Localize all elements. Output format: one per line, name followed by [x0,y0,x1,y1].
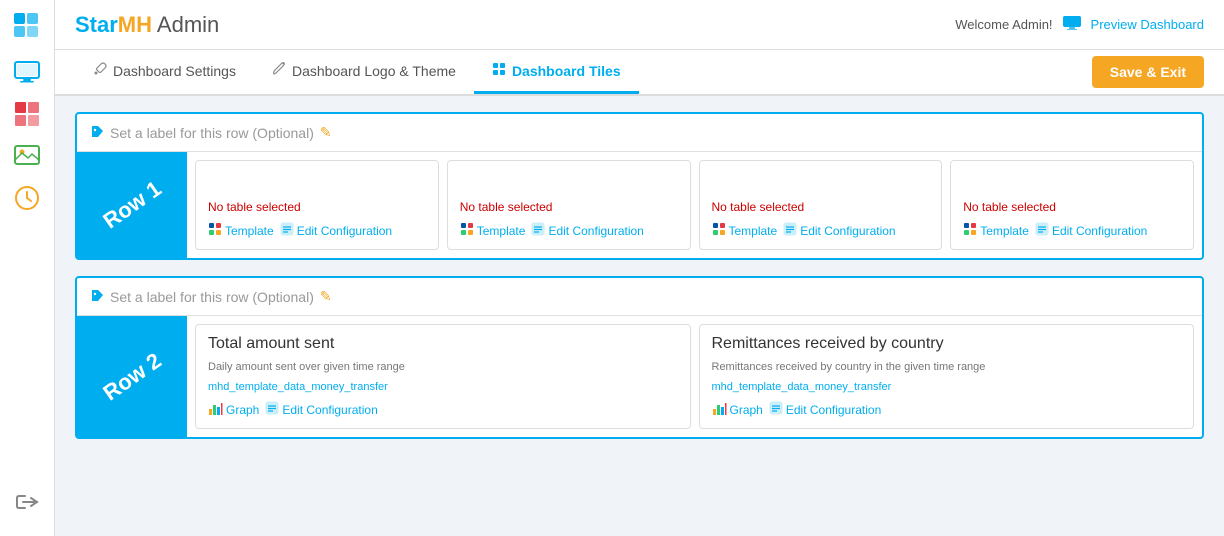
sidebar-item-image[interactable] [9,138,45,174]
row1-body: Row 1 No table selected [77,152,1202,258]
tab-dashboard-settings[interactable]: Dashboard Settings [75,50,254,94]
content-area: Set a label for this row (Optional) ✎ Ro… [55,96,1224,536]
tile5-link: mhd_template_data_money_transfer [208,381,678,393]
app-title: StarMH Admin [75,12,219,38]
tag-icon [91,125,104,141]
paint-icon [272,62,286,79]
tab-dashboard-logo-theme[interactable]: Dashboard Logo & Theme [254,50,474,94]
sidebar-item-grid[interactable] [9,96,45,132]
tile1-edit-config-btn[interactable]: Edit Configuration [280,222,392,239]
sidebar-item-star-logo[interactable] [9,8,45,44]
tile3-actions: Template [712,222,930,239]
tile4-no-table: No table selected [963,200,1181,214]
template-icon-4 [963,222,977,239]
bar-chart-icon [208,402,223,418]
tab-dashboard-tiles[interactable]: Dashboard Tiles [474,50,639,94]
row2-label-bar: Set a label for this row (Optional) ✎ [77,278,1202,316]
template-icon-3 [712,222,726,239]
tile6-title: Remittances received by country [712,335,1182,353]
tabbar: Dashboard Settings Dashboard Logo & Them… [55,50,1224,96]
edit-config-icon [280,222,294,239]
row1-tile-4: No table selected [950,160,1194,250]
template-icon [208,222,222,239]
wrench-icon [93,62,107,79]
tile6-actions: Graph [712,401,1182,418]
row2-tiles: Total amount sent Daily amount sent over… [187,316,1202,437]
tile2-no-table: No table selected [460,200,678,214]
brand-admin: Admin [152,12,219,37]
row1-label-box: Row 1 [77,152,187,258]
row1-tiles: No table selected [187,152,1202,258]
sidebar [0,0,55,536]
row2-tile-2: Remittances received by country Remittan… [699,324,1195,429]
row2-tile-1: Total amount sent Daily amount sent over… [195,324,691,429]
tab-list: Dashboard Settings Dashboard Logo & Them… [75,50,639,94]
tile4-template-btn[interactable]: Template [963,222,1029,239]
tile5-title: Total amount sent [208,335,678,353]
row-section-2: Set a label for this row (Optional) ✎ Ro… [75,276,1204,439]
row1-tile-1: No table selected [195,160,439,250]
tile4-actions: Template [963,222,1181,239]
brand-star: Star [75,12,118,37]
preview-dashboard-link[interactable]: Preview Dashboard [1091,17,1204,32]
tile5-actions: Graph [208,401,678,418]
tile5-desc: Daily amount sent over given time range [208,361,678,373]
row1-tile-2: No table selected [447,160,691,250]
tab-dashboard-tiles-label: Dashboard Tiles [512,63,621,79]
edit-config-icon-5 [265,401,279,418]
save-exit-button[interactable]: Save & Exit [1092,56,1204,88]
bar-chart-icon-2 [712,402,727,418]
tile2-template-btn[interactable]: Template [460,222,526,239]
tile5-graph-btn[interactable]: Graph [208,402,259,418]
row1-tile-3: No table selected [699,160,943,250]
tile3-template-btn[interactable]: Template [712,222,778,239]
tile1-template-btn[interactable]: Template [208,222,274,239]
tile2-edit-config-btn[interactable]: Edit Configuration [531,222,643,239]
edit-config-icon-6 [769,401,783,418]
row1-label-bar: Set a label for this row (Optional) ✎ [77,114,1202,152]
row1-edit-icon[interactable]: ✎ [320,124,332,141]
welcome-text: Welcome Admin! [955,17,1052,32]
row2-body: Row 2 Total amount sent Daily amount sen… [77,316,1202,437]
tab-dashboard-logo-theme-label: Dashboard Logo & Theme [292,63,456,79]
tile1-no-table: No table selected [208,200,426,214]
topbar: StarMH Admin Welcome Admin! Preview Dash… [55,0,1224,50]
tile2-actions: Template [460,222,678,239]
tile6-desc: Remittances received by country in the g… [712,361,1182,373]
brand-mh: MH [118,12,152,37]
tile1-actions: Template [208,222,426,239]
main-content: StarMH Admin Welcome Admin! Preview Dash… [55,0,1224,536]
tab-dashboard-settings-label: Dashboard Settings [113,63,236,79]
edit-config-icon-2 [531,222,545,239]
tile3-edit-config-btn[interactable]: Edit Configuration [783,222,895,239]
topbar-right: Welcome Admin! Preview Dashboard [955,16,1204,33]
row2-label-box: Row 2 [77,316,187,437]
sidebar-item-monitor[interactable] [9,54,45,90]
edit-config-icon-4 [1035,222,1049,239]
row1-label-text: Set a label for this row (Optional) [110,125,314,141]
tile6-graph-btn[interactable]: Graph [712,402,763,418]
row2-label-text: Set a label for this row (Optional) [110,289,314,305]
tag-icon-2 [91,289,104,305]
row-section-1: Set a label for this row (Optional) ✎ Ro… [75,112,1204,260]
sidebar-item-logout[interactable] [9,484,45,520]
tile3-no-table: No table selected [712,200,930,214]
sidebar-item-clock[interactable] [9,180,45,216]
tile4-edit-config-btn[interactable]: Edit Configuration [1035,222,1147,239]
tile6-link: mhd_template_data_money_transfer [712,381,1182,393]
template-icon-2 [460,222,474,239]
row2-edit-icon[interactable]: ✎ [320,288,332,305]
edit-config-icon-3 [783,222,797,239]
grid-icon [492,62,506,79]
tile6-edit-config-btn[interactable]: Edit Configuration [769,401,881,418]
monitor-icon [1063,16,1081,33]
tile5-edit-config-btn[interactable]: Edit Configuration [265,401,377,418]
